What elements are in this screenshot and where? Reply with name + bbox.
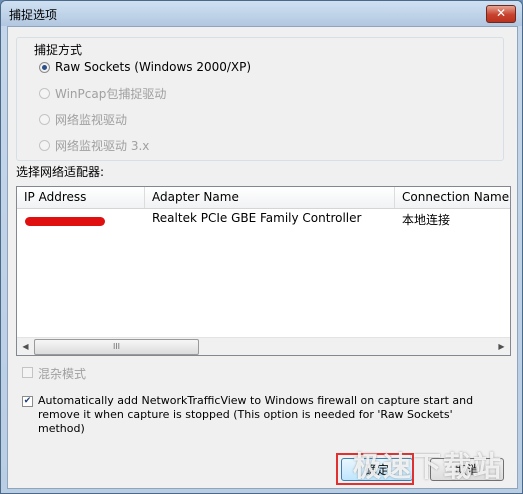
scroll-right-icon[interactable]: ▶ — [493, 338, 510, 355]
column-ip-address[interactable]: IP Address — [17, 187, 145, 208]
adapter-section-label: 选择网络适配器: — [16, 165, 105, 179]
checkbox-unchecked-icon — [22, 367, 33, 378]
ok-button-highlight — [336, 453, 414, 485]
firewall-label: Automatically add NetworkTrafficView to … — [38, 394, 474, 435]
radio-raw-sockets[interactable]: Raw Sockets (Windows 2000/XP) — [39, 59, 251, 75]
promiscuous-mode-checkbox[interactable]: 混杂模式 — [22, 365, 86, 382]
capture-method-group: 捕捉方式 Raw Sockets (Windows 2000/XP) WinPc… — [16, 37, 504, 161]
scroll-thumb[interactable]: III — [34, 339, 199, 355]
radio-raw-sockets-label: Raw Sockets (Windows 2000/XP) — [55, 60, 252, 74]
title-bar[interactable]: 捕捉选项 ✕ — [1, 1, 522, 26]
radio-netmon-label: 网络监视驱动 — [55, 112, 128, 127]
dialog-client-area: 捕捉方式 Raw Sockets (Windows 2000/XP) WinPc… — [7, 26, 518, 489]
adapter-list-header: IP Address Adapter Name Connection Name — [17, 187, 510, 209]
radio-disabled-icon — [39, 139, 50, 151]
window-title: 捕捉选项 — [9, 8, 58, 22]
column-connection-name[interactable]: Connection Name — [395, 187, 510, 208]
horizontal-scrollbar[interactable]: ◀ III ▶ — [17, 337, 510, 355]
column-adapter-name[interactable]: Adapter Name — [145, 187, 395, 208]
promiscuous-mode-label: 混杂模式 — [38, 367, 87, 381]
adapter-name-cell: Realtek PCIe GBE Family Controller — [152, 211, 362, 225]
radio-netmon-3x-label: 网络监视驱动 3.x — [55, 138, 150, 153]
capture-method-legend: 捕捉方式 — [31, 41, 86, 58]
capture-options-dialog: 捕捉选项 ✕ 捕捉方式 Raw Sockets (Windows 2000/XP… — [0, 0, 523, 494]
scroll-left-icon[interactable]: ◀ — [17, 338, 34, 355]
redacted-ip-mark — [25, 217, 105, 226]
radio-netmon[interactable]: 网络监视驱动 — [39, 111, 127, 127]
firewall-checkbox[interactable]: ✔ Automatically add NetworkTrafficView t… — [22, 394, 492, 436]
radio-winpcap[interactable]: WinPcap包捕捉驱动 — [39, 85, 166, 101]
cancel-button[interactable]: 取消 — [430, 458, 504, 481]
radio-disabled-icon — [39, 113, 50, 125]
radio-selected-icon — [39, 61, 50, 73]
radio-disabled-icon — [39, 87, 50, 99]
radio-winpcap-label: WinPcap包捕捉驱动 — [55, 86, 167, 101]
table-row[interactable]: Realtek PCIe GBE Family Controller 本地连接 — [17, 209, 510, 229]
connection-name-cell: 本地连接 — [402, 213, 451, 227]
close-button[interactable]: ✕ — [486, 5, 516, 23]
radio-netmon-3x[interactable]: 网络监视驱动 3.x — [39, 137, 149, 153]
checkmark-icon: ✔ — [22, 396, 33, 407]
adapter-list[interactable]: IP Address Adapter Name Connection Name … — [16, 186, 511, 356]
